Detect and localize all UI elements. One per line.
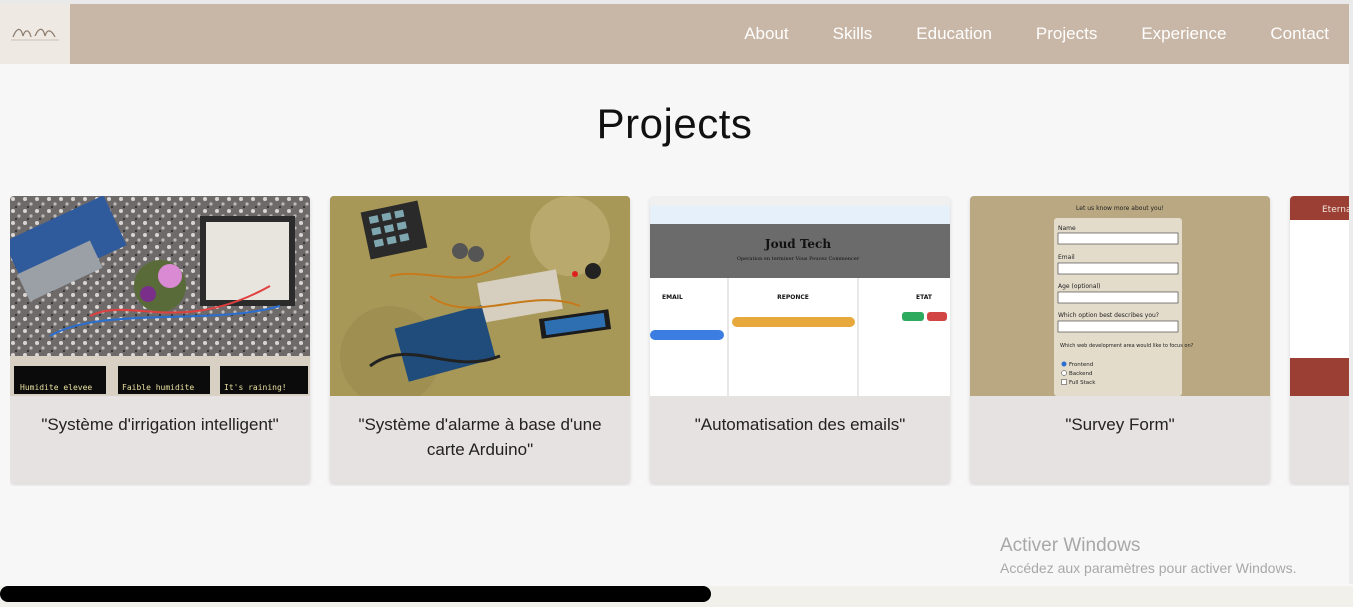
survey-field-label: Which option best describes you? — [1058, 312, 1159, 319]
project-caption: "Survey Form" — [1065, 415, 1175, 434]
email-col-etat: ETAT — [916, 294, 933, 301]
windows-activation-subtitle: Accédez aux paramètres pour activer Wind… — [1000, 560, 1297, 576]
navbar: About Skills Education Projects Experien… — [0, 4, 1349, 64]
survey-option: Full Stack — [1069, 380, 1096, 386]
email-screen-title: Joud Tech — [764, 237, 831, 251]
survey-heading: Let us know more about you! — [1076, 205, 1164, 212]
project-image-survey: Let us know more about you! Name Email A… — [970, 196, 1270, 396]
email-col-email: EMAIL — [662, 294, 683, 301]
project-caption: "Système d'alarme à base d'une carte Ard… — [358, 415, 602, 459]
nav-contact[interactable]: Contact — [1270, 24, 1329, 44]
project-image-irrigation: Humidite elevee Faible humidite It's rai… — [10, 196, 310, 396]
projects-carousel[interactable]: Humidite elevee Faible humidite It's rai… — [10, 196, 1349, 486]
email-screen-subtitle: Operation en terminer Vous Pouvez Commen… — [737, 256, 860, 262]
project-card-survey[interactable]: Let us know more about you! Name Email A… — [970, 196, 1270, 483]
nav-about[interactable]: About — [744, 24, 788, 44]
irrigation-display-3: It's raining! — [224, 383, 287, 392]
section-title: Projects — [596, 100, 753, 147]
windows-activation-title: Activer Windows — [1000, 535, 1141, 556]
survey-option: Backend — [1069, 371, 1093, 377]
project-card-irrigation[interactable]: Humidite elevee Faible humidite It's rai… — [10, 196, 310, 483]
main-nav: About Skills Education Projects Experien… — [700, 4, 1329, 64]
project-card-partial[interactable]: Eterna — [1290, 196, 1349, 483]
project-caption — [1290, 396, 1349, 412]
project-image-partial: Eterna — [1290, 196, 1349, 396]
survey-field-label: Name — [1058, 225, 1076, 232]
irrigation-display-2: Faible humidite — [122, 383, 194, 392]
site-logo[interactable] — [0, 4, 70, 64]
project-caption: "Automatisation des emails" — [694, 415, 906, 434]
horizontal-scroll-thumb[interactable] — [0, 586, 711, 602]
nav-projects[interactable]: Projects — [1036, 24, 1097, 44]
irrigation-display-1: Humidite elevee — [20, 383, 92, 392]
project-card-email[interactable]: Joud Tech Operation en terminer Vous Pou… — [650, 196, 950, 483]
survey-option: Frontend — [1069, 362, 1093, 368]
project-image-email: Joud Tech Operation en terminer Vous Pou… — [650, 196, 950, 396]
email-col-reponce: REPONCE — [777, 294, 809, 301]
nav-experience[interactable]: Experience — [1141, 24, 1226, 44]
survey-field-label: Which web development area would like to… — [1060, 343, 1194, 349]
partial-heading: Eterna — [1322, 205, 1349, 215]
nav-skills[interactable]: Skills — [833, 24, 873, 44]
project-caption: "Système d'irrigation intelligent" — [41, 415, 279, 434]
project-card-alarm[interactable]: "Système d'alarme à base d'une carte Ard… — [330, 196, 630, 483]
survey-field-label: Email — [1058, 254, 1075, 261]
survey-field-label: Age (optional) — [1058, 283, 1101, 290]
project-image-alarm — [330, 196, 630, 396]
nav-education[interactable]: Education — [916, 24, 992, 44]
page-scrollbar[interactable] — [1349, 4, 1353, 584]
